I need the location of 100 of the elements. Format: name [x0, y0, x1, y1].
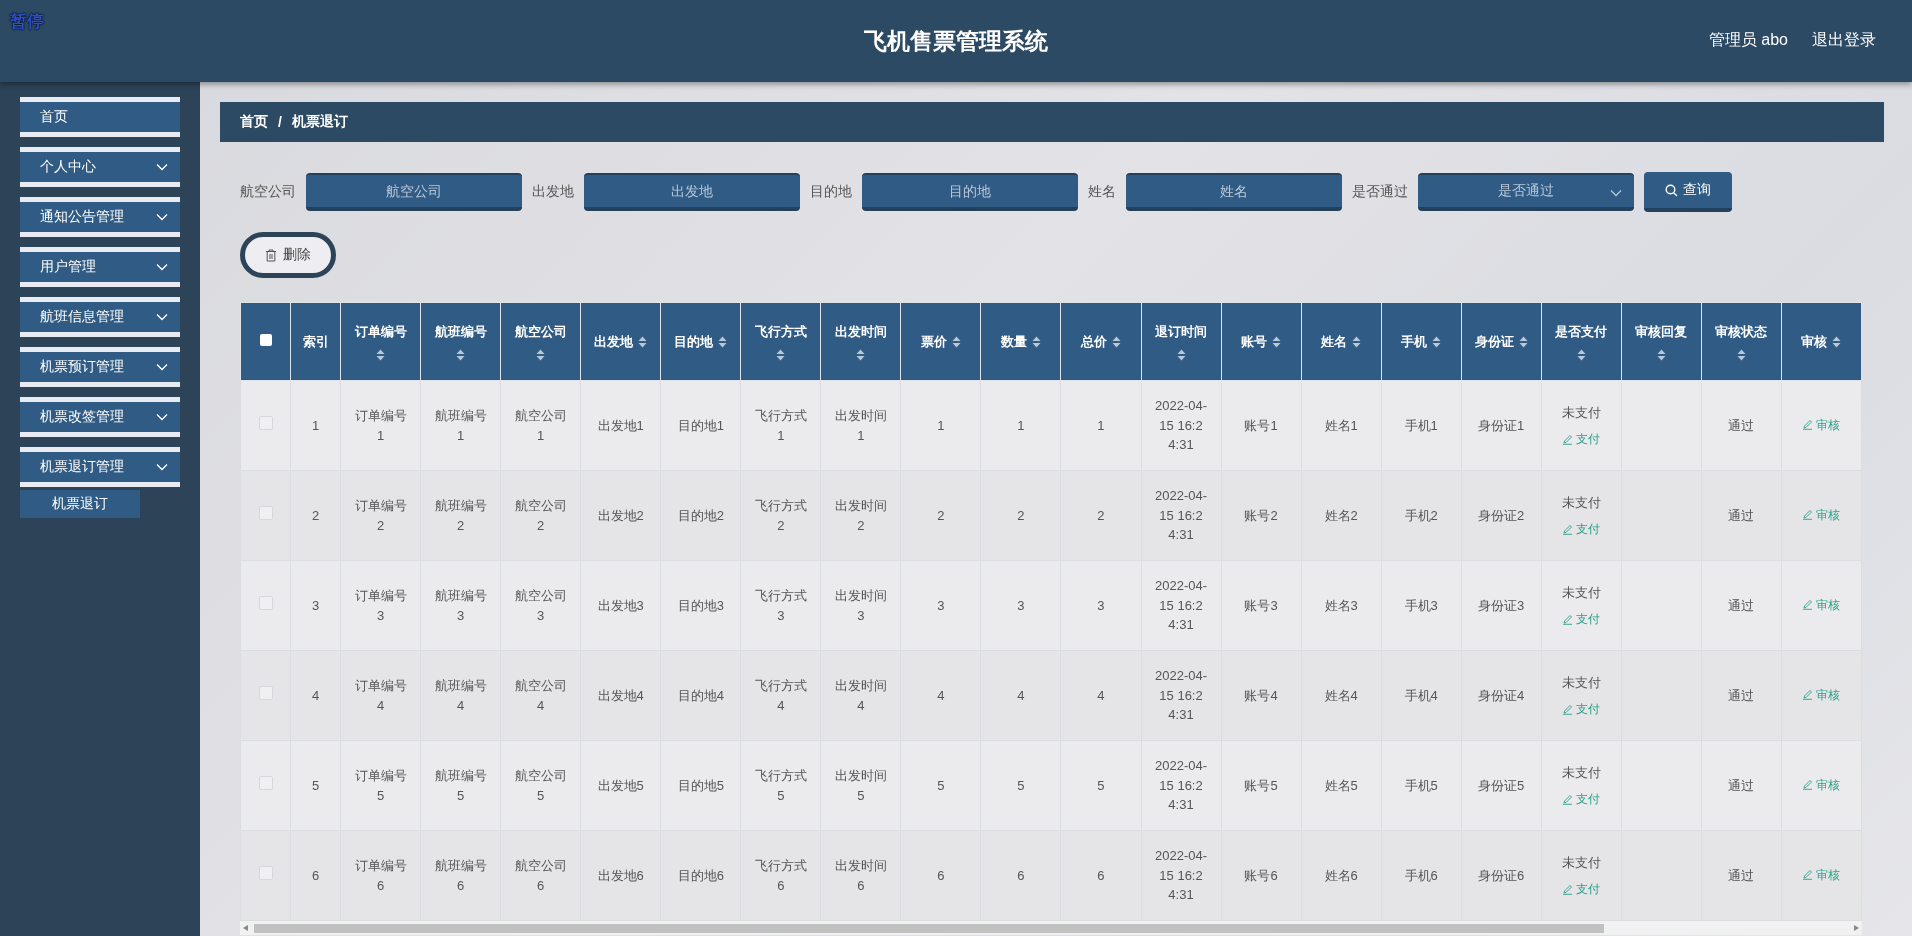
horizontal-scrollbar[interactable] [240, 921, 1862, 935]
table-cell: 航班编号3 [434, 588, 487, 623]
table-cell: 订单编号6 [354, 858, 407, 893]
pencil-icon [1802, 779, 1814, 790]
review-status: 通过 [1728, 597, 1755, 613]
table-cell: 账号5 [1244, 777, 1278, 793]
table-cell: 手机4 [1404, 687, 1438, 703]
table-cell: 6 [937, 867, 945, 883]
table-cell: 航班编号6 [434, 858, 487, 893]
table-cell: 出发时间5 [834, 768, 887, 803]
table-cell: 账号2 [1244, 507, 1278, 523]
row-checkbox[interactable] [258, 415, 273, 430]
table-header-cell[interactable]: 是否支付 [1541, 302, 1622, 381]
table-header-cell[interactable]: 审核回复 [1621, 302, 1702, 381]
sidebar-menu-item[interactable]: 机票退订管理 [20, 447, 180, 487]
search-button[interactable]: 查询 [1644, 172, 1732, 212]
table-cell: 2 [311, 507, 320, 523]
table-cell: 出发时间1 [834, 408, 887, 443]
table-header-cell[interactable]: 姓名 [1301, 302, 1382, 381]
row-checkbox[interactable] [258, 505, 273, 520]
table-header-cell[interactable]: 出发时间 [820, 302, 901, 381]
logout-link[interactable]: 退出登录 [1812, 30, 1876, 51]
table-cell: 飞行方式6 [754, 858, 807, 893]
table-header-cell[interactable]: 审核状态 [1701, 302, 1782, 381]
sidebar-submenu-item[interactable]: 机票退订 [20, 490, 140, 518]
pencil-icon [1802, 689, 1814, 700]
table-cell: 飞行方式1 [754, 408, 807, 443]
search-icon [1665, 183, 1678, 197]
filter-label: 目的地 [810, 183, 852, 201]
table-header-cell[interactable]: 索引 [290, 302, 341, 381]
table-header-cell[interactable]: 航班编号 [420, 302, 501, 381]
pencil-icon [1802, 869, 1814, 880]
filter-input-field[interactable]: 航空公司 [306, 173, 522, 211]
breadcrumb-item[interactable]: 机票退订 [291, 113, 348, 131]
sidebar-menu-item[interactable]: 用户管理 [20, 247, 180, 287]
payment-status: 未支付 [1561, 403, 1601, 422]
row-checkbox[interactable] [258, 685, 273, 700]
table-cell: 航班编号4 [434, 678, 487, 713]
sidebar-menu-item[interactable]: 首页 [20, 97, 180, 137]
filter-label: 航空公司 [240, 183, 296, 201]
table-header-cell[interactable]: 出发地 [580, 302, 661, 381]
table-cell: 出发时间3 [834, 588, 887, 623]
filter-select-field[interactable]: 是否通过 [1418, 173, 1634, 211]
sidebar-menu-item[interactable]: 个人中心 [20, 147, 180, 187]
filter-input-field[interactable]: 姓名 [1126, 173, 1342, 211]
table-header-cell[interactable]: 飞行方式 [740, 302, 821, 381]
payment-status: 未支付 [1561, 493, 1601, 512]
table-header-cell[interactable]: 订单编号 [340, 302, 421, 381]
table-header-cell[interactable]: 身份证 [1461, 302, 1542, 381]
table-header-cell[interactable]: 审核 [1781, 302, 1862, 381]
table-cell: 目的地6 [677, 867, 724, 883]
delete-button[interactable]: 删除 [240, 232, 336, 278]
row-checkbox[interactable] [258, 595, 273, 610]
table-cell: 姓名4 [1324, 687, 1358, 703]
sidebar-menu-item[interactable]: 机票改签管理 [20, 397, 180, 437]
filter-input-field[interactable]: 出发地 [584, 173, 800, 211]
table-cell: 手机5 [1404, 777, 1438, 793]
table-cell: 出发地6 [597, 867, 644, 883]
sidebar-menu-item[interactable]: 航班信息管理 [20, 297, 180, 337]
table-cell: 出发时间4 [834, 678, 887, 713]
sidebar-menu-item[interactable]: 通知公告管理 [20, 197, 180, 237]
row-checkbox[interactable] [258, 865, 273, 880]
table-cell: 目的地5 [677, 777, 724, 793]
table-header-cell[interactable]: 目的地 [660, 302, 741, 381]
table-cell: 5 [1097, 777, 1105, 793]
table-cell: 3 [1017, 597, 1025, 613]
review-status: 通过 [1728, 777, 1755, 793]
table-header-cell[interactable]: 退订时间 [1141, 302, 1222, 381]
sidebar-menu-item[interactable]: 机票预订管理 [20, 347, 180, 387]
table-cell: 2022-04-15 16:24:31 [1155, 578, 1208, 633]
table-header-cell[interactable]: 账号 [1221, 302, 1302, 381]
table-header-cell[interactable]: 数量 [980, 302, 1061, 381]
table-cell: 航空公司5 [514, 768, 567, 803]
pencil-icon [1562, 883, 1574, 895]
table-cell: 6 [311, 867, 320, 883]
table-cell: 目的地1 [677, 417, 724, 433]
table-cell: 出发地4 [597, 687, 644, 703]
system-title: 飞机售票管理系统 [864, 26, 1048, 56]
filter-input-field[interactable]: 目的地 [862, 173, 1078, 211]
table-cell: 目的地3 [677, 597, 724, 613]
pencil-icon [1802, 599, 1814, 610]
table-cell: 6 [1097, 867, 1105, 883]
table-cell: 订单编号5 [354, 768, 407, 803]
table-cell: 出发地2 [597, 507, 644, 523]
table-cell: 2022-04-15 16:24:31 [1155, 488, 1208, 543]
select-all-checkbox[interactable] [259, 334, 272, 346]
table-header-cell[interactable]: 票价 [900, 302, 981, 381]
table-cell: 身份证3 [1478, 597, 1525, 613]
row-checkbox[interactable] [258, 775, 273, 790]
table-header-cell[interactable]: 航空公司 [500, 302, 581, 381]
table-cell: 姓名6 [1324, 867, 1358, 883]
table-cell: 航空公司3 [514, 588, 567, 623]
table-cell: 出发地3 [597, 597, 644, 613]
pause-label: 暂停 [10, 11, 44, 33]
table-cell: 3 [937, 597, 945, 613]
table-header-cell[interactable]: 总价 [1060, 302, 1141, 381]
breadcrumb-item[interactable]: 首页 [240, 113, 268, 131]
table-cell: 飞行方式2 [754, 498, 807, 533]
table-header-cell[interactable]: 手机 [1381, 302, 1462, 381]
table-cell: 目的地4 [677, 687, 724, 703]
